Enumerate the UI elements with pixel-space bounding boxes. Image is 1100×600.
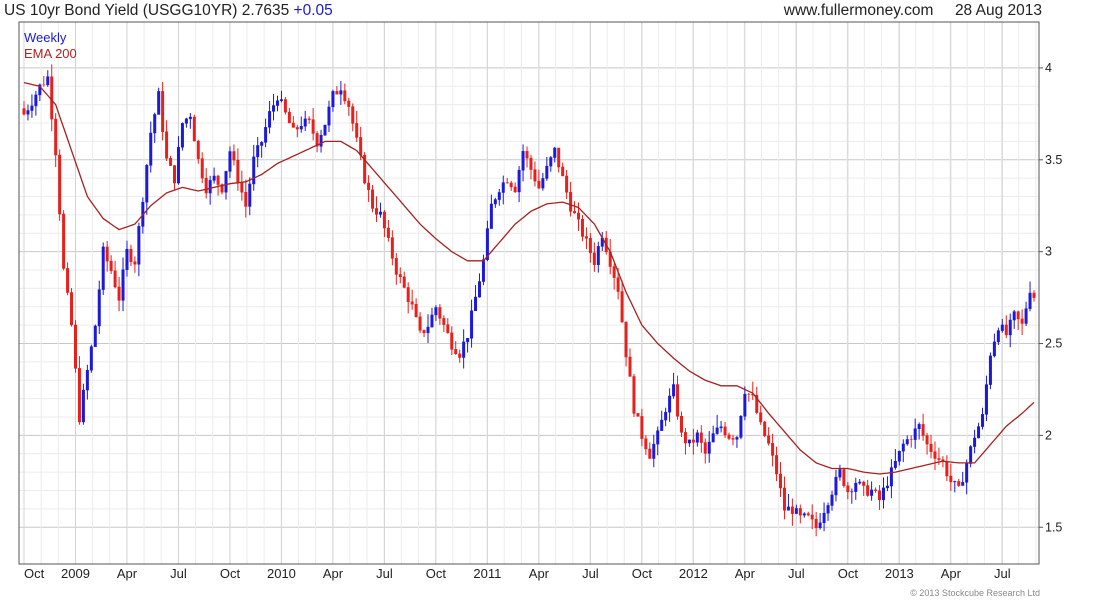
x-tick-label: Jul (788, 566, 805, 581)
y-tick-label: 4 (1045, 61, 1052, 75)
x-tick-label: Oct (220, 566, 241, 581)
y-tick-label: 1.5 (1045, 520, 1062, 534)
y-tick-label: 2.5 (1045, 337, 1062, 351)
x-tick-label: Apr (529, 566, 550, 581)
plot-frame (18, 21, 1040, 565)
x-tick-label: 2012 (679, 566, 708, 581)
x-tick-label: Oct (426, 566, 447, 581)
y-tick-label: 3 (1045, 245, 1052, 259)
grid (19, 22, 1039, 564)
ohlc-bars (22, 64, 1036, 537)
x-tick-label: 2013 (885, 566, 914, 581)
x-tick-label: Oct (838, 566, 859, 581)
x-tick-label: Apr (735, 566, 756, 581)
x-tick-label: Jul (170, 566, 187, 581)
x-tick-label: Oct (632, 566, 653, 581)
y-tick-label: 3.5 (1045, 153, 1062, 167)
legend-weekly: Weekly (24, 30, 67, 45)
x-tick-label: Jul (376, 566, 393, 581)
x-tick-label: 2010 (267, 566, 296, 581)
y-axis: 1.5 2 2.5 3 3.5 4 (1039, 61, 1062, 534)
legend-ema: EMA 200 (24, 46, 77, 61)
x-axis: Oct 2009 Apr Jul Oct 2010 Apr Jul Oct 2011 Apr Jul O… (24, 566, 1011, 581)
copyright-text: © 2013 Stockcube Research Ltd (910, 588, 1040, 598)
x-tick-label: Apr (323, 566, 344, 581)
x-tick-label: 2009 (61, 566, 90, 581)
x-tick-label: Apr (941, 566, 962, 581)
x-tick-label: Jul (994, 566, 1011, 581)
bond-yield-chart: 1.522.533.54 Oct 2009 Apr Jul Oct 2010 Apr Jul O… (18, 21, 1062, 581)
x-tick-label: Jul (582, 566, 599, 581)
x-tick-label: 2011 (473, 566, 501, 581)
x-tick-label: Oct (24, 566, 45, 581)
y-tick-label: 2 (1045, 428, 1052, 442)
x-tick-label: Apr (117, 566, 138, 581)
